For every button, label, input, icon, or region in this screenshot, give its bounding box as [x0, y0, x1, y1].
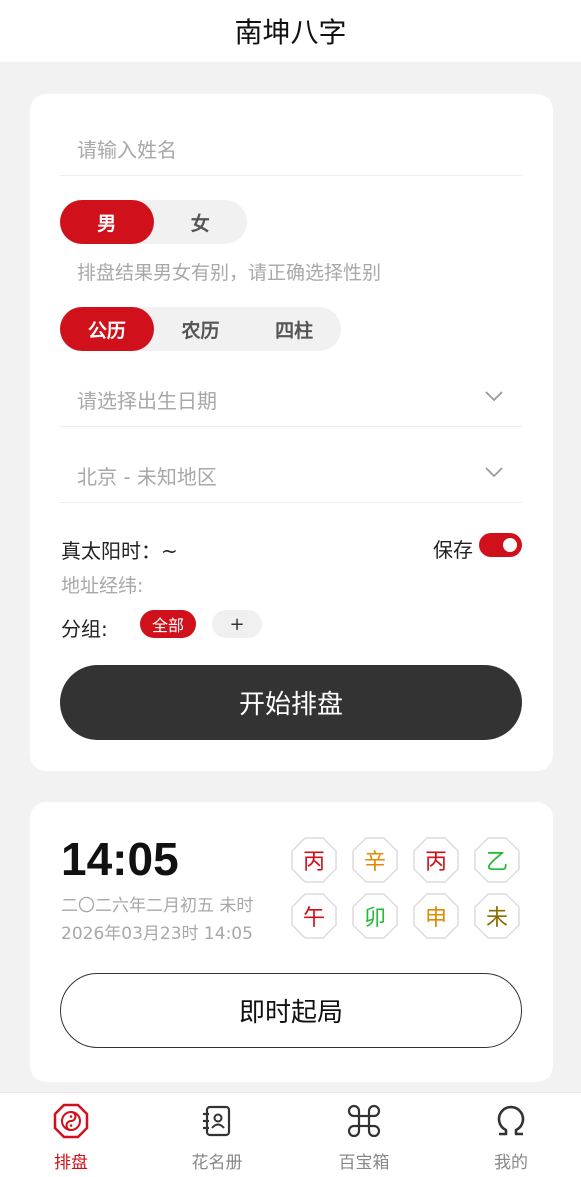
bagua-icon	[53, 1103, 89, 1139]
heavenly-stem-cell: 丙	[290, 836, 338, 884]
gender-hint: 排盘结果男女有别，请正确选择性别	[77, 262, 382, 284]
earthly-branch-char: 申	[424, 906, 447, 931]
current-time: 14:05	[61, 833, 179, 885]
tab-label: 排盘	[54, 1153, 88, 1173]
bottom-tab-bar: 排盘 花名册 百宝箱 我的	[0, 1092, 581, 1177]
name-placeholder: 请输入姓名	[77, 138, 177, 162]
true-solar-time-label: 真太阳时：~	[61, 539, 178, 563]
birth-date-select[interactable]: 请选择出生日期	[60, 369, 522, 427]
heavenly-stem-cell: 辛	[351, 836, 399, 884]
earthly-branch-cell: 申	[412, 892, 460, 940]
heavenly-stem-char: 乙	[485, 850, 508, 875]
tab-toolbox[interactable]: 百宝箱	[304, 1093, 424, 1177]
add-group-button[interactable]: +	[212, 610, 262, 638]
tab-label: 我的	[494, 1153, 528, 1173]
save-toggle[interactable]	[479, 533, 522, 557]
birth-place-select[interactable]: 北京 - 未知地区	[60, 445, 522, 503]
gender-female-option[interactable]: 女	[154, 200, 248, 244]
contacts-icon	[203, 1105, 231, 1137]
start-chart-button[interactable]: 开始排盘	[60, 665, 522, 740]
tab-label: 花名册	[191, 1153, 243, 1173]
page-title: 南坤八字	[234, 16, 347, 49]
address-coordinates-label: 地址经纬:	[61, 575, 144, 597]
current-time-card: 14:05 二〇二六年二月初五 未时 2026年03月23时 14:05 丙 辛 丙…	[30, 802, 553, 1082]
omega-icon	[497, 1105, 525, 1136]
group-chip-all[interactable]: 全部	[140, 610, 196, 638]
gender-selector: 男 女	[60, 200, 247, 244]
tab-paipan[interactable]: 排盘	[11, 1093, 131, 1177]
calendar-selector: 公历 农历 四柱	[60, 307, 341, 351]
birth-date-placeholder: 请选择出生日期	[77, 389, 217, 413]
earthly-branch-char: 未	[485, 906, 508, 931]
birth-place-value: 北京 - 未知地区	[77, 465, 217, 489]
tab-roster[interactable]: 花名册	[157, 1093, 277, 1177]
heavenly-stem-char: 辛	[363, 850, 386, 875]
name-input[interactable]: 请输入姓名	[60, 128, 522, 176]
chevron-down-icon	[485, 391, 503, 402]
heavenly-stem-char: 丙	[302, 850, 325, 875]
earthly-branch-cell: 未	[473, 892, 521, 940]
earthly-branch-char: 卯	[363, 906, 386, 931]
tab-mine[interactable]: 我的	[451, 1093, 571, 1177]
tab-label: 百宝箱	[338, 1153, 390, 1173]
gender-male-option[interactable]: 男	[60, 200, 154, 244]
heavenly-stem-char: 丙	[424, 850, 447, 875]
app-header: 南坤八字	[0, 0, 581, 62]
group-label: 分组:	[61, 617, 108, 641]
earthly-branch-cell: 午	[290, 892, 338, 940]
birth-input-card: 请输入姓名 男 女 排盘结果男女有别，请正确选择性别 公历 农历 四柱 请选择出…	[30, 94, 553, 771]
lunar-date: 二〇二六年二月初五 未时	[61, 896, 254, 916]
toggle-knob	[503, 538, 517, 552]
calendar-four-pillars-option[interactable]: 四柱	[247, 307, 341, 351]
heavenly-stem-cell: 乙	[473, 836, 521, 884]
calendar-solar-option[interactable]: 公历	[60, 307, 154, 351]
instant-chart-button[interactable]: 即时起局	[60, 973, 522, 1048]
earthly-branch-cell: 卯	[351, 892, 399, 940]
chevron-down-icon	[485, 467, 503, 478]
heavenly-stem-cell: 丙	[412, 836, 460, 884]
solar-date: 2026年03月23时 14:05	[61, 924, 253, 944]
command-icon	[347, 1104, 381, 1138]
calendar-lunar-option[interactable]: 农历	[154, 307, 248, 351]
earthly-branch-char: 午	[302, 906, 325, 931]
save-label: 保存	[433, 538, 473, 562]
